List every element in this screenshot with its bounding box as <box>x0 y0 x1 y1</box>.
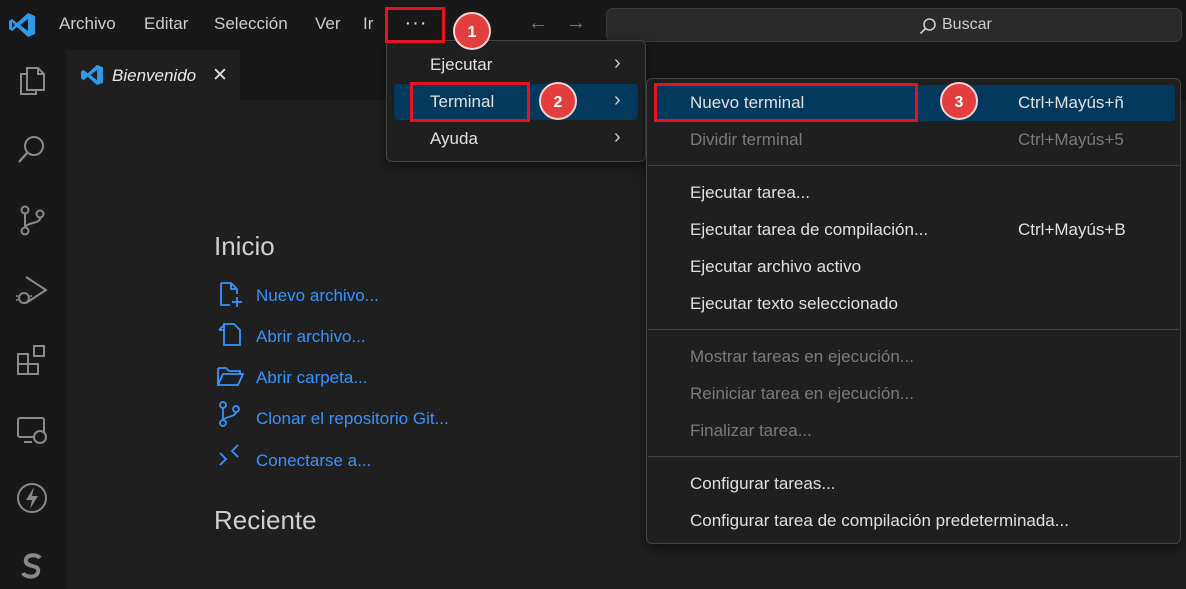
menu-item-label: Finalizar tarea... <box>690 421 812 440</box>
recent-heading: Reciente <box>214 505 317 535</box>
menu-item-label: Ejecutar tarea... <box>690 183 811 202</box>
menu-item-shortcut: Ctrl+Mayús+5 <box>1018 130 1124 149</box>
search-activity-icon[interactable] <box>14 132 50 168</box>
menu-item-label: Configurar tarea de compilación predeter… <box>690 511 1069 530</box>
search-box[interactable]: Buscar <box>606 8 1182 42</box>
menu-separator <box>648 456 1179 457</box>
tab-label: Bienvenido <box>112 66 197 85</box>
search-icon <box>919 18 936 35</box>
open-file-icon <box>218 323 241 346</box>
open-folder-icon <box>217 367 244 386</box>
menu-separator <box>648 329 1179 330</box>
step-badge-3: 3 <box>940 82 978 120</box>
tab-close-icon[interactable]: ✕ <box>212 64 228 87</box>
link-open-file[interactable]: Abrir archivo... <box>256 327 366 347</box>
remote-connect-icon <box>219 444 239 466</box>
highlight-terminal <box>410 82 530 122</box>
forward-arrow-icon[interactable]: → <box>566 12 586 35</box>
extensions-icon[interactable] <box>14 342 50 378</box>
menu-item-label: Ayuda <box>430 129 478 148</box>
highlight-more-button <box>385 7 445 43</box>
highlight-nuevo-terminal <box>654 83 918 122</box>
menu-item-ejecutar[interactable]: Ejecutar › <box>394 47 638 83</box>
menu-editar[interactable]: Editar <box>144 14 188 34</box>
menu-item-shortcut: Ctrl+Mayús+ñ <box>1018 93 1124 112</box>
link-clone-git[interactable]: Clonar el repositorio Git... <box>256 409 449 429</box>
menu-item-ejecutar-tarea-compilacion[interactable]: Ejecutar tarea de compilación... Ctrl+Ma… <box>654 212 1175 248</box>
menu-item-ejecutar-texto-seleccionado[interactable]: Ejecutar texto seleccionado <box>654 286 1175 322</box>
extension-s-icon[interactable] <box>14 548 50 584</box>
menu-item-label: Reiniciar tarea en ejecución... <box>690 384 914 403</box>
activity-bar <box>0 50 66 589</box>
search-label: Buscar <box>942 16 992 33</box>
menu-item-label: Configurar tareas... <box>690 474 836 493</box>
menu-item-dividir-terminal: Dividir terminal Ctrl+Mayús+5 <box>654 122 1175 158</box>
menu-item-label: Ejecutar <box>430 55 493 74</box>
vscode-tab-icon <box>81 64 103 86</box>
menu-item-configurar-tarea-predeterminada[interactable]: Configurar tarea de compilación predeter… <box>654 503 1175 539</box>
menu-item-reiniciar-tarea: Reiniciar tarea en ejecución... <box>654 376 1175 412</box>
terminal-submenu: Nuevo terminal Ctrl+Mayús+ñ Dividir term… <box>646 78 1181 544</box>
menu-item-mostrar-tareas: Mostrar tareas en ejecución... <box>654 339 1175 375</box>
menu-item-label: Mostrar tareas en ejecución... <box>690 347 914 366</box>
new-file-icon <box>220 282 242 307</box>
clone-git-icon <box>219 401 240 427</box>
menu-item-shortcut: Ctrl+Mayús+B <box>1018 220 1126 239</box>
menu-item-ejecutar-tarea[interactable]: Ejecutar tarea... <box>654 175 1175 211</box>
menu-ir[interactable]: Ir <box>363 14 373 34</box>
vscode-logo-icon[interactable] <box>8 12 36 38</box>
menu-archivo[interactable]: Archivo <box>59 14 116 34</box>
source-control-icon[interactable] <box>14 202 50 238</box>
menu-item-ayuda[interactable]: Ayuda › <box>394 121 638 157</box>
chevron-right-icon: › <box>614 89 621 111</box>
remote-explorer-icon[interactable] <box>14 412 50 448</box>
menu-item-ejecutar-archivo-activo[interactable]: Ejecutar archivo activo <box>654 249 1175 285</box>
link-open-folder[interactable]: Abrir carpeta... <box>256 368 368 388</box>
chevron-right-icon: › <box>614 52 621 74</box>
menu-item-label: Ejecutar archivo activo <box>690 257 862 276</box>
link-new-file[interactable]: Nuevo archivo... <box>256 286 379 306</box>
lightning-icon[interactable] <box>14 480 50 516</box>
link-connect[interactable]: Conectarse a... <box>256 451 371 471</box>
menu-item-label: Dividir terminal <box>690 130 803 149</box>
chevron-right-icon: › <box>614 126 621 148</box>
step-badge-1: 1 <box>453 12 491 50</box>
menu-seleccion[interactable]: Selección <box>214 14 288 34</box>
menu-item-configurar-tareas[interactable]: Configurar tareas... <box>654 466 1175 502</box>
run-debug-icon[interactable] <box>14 272 50 308</box>
start-heading: Inicio <box>214 231 275 261</box>
menu-item-finalizar-tarea: Finalizar tarea... <box>654 413 1175 449</box>
explorer-icon[interactable] <box>14 62 50 98</box>
menu-ver[interactable]: Ver <box>315 14 341 34</box>
menu-separator <box>648 165 1179 166</box>
tab-bienvenido[interactable]: Bienvenido ✕ <box>66 50 240 100</box>
back-arrow-icon[interactable]: ← <box>528 12 548 35</box>
step-badge-2: 2 <box>539 82 577 120</box>
menu-item-label: Ejecutar texto seleccionado <box>690 294 898 313</box>
menu-item-label: Ejecutar tarea de compilación... <box>690 220 929 239</box>
